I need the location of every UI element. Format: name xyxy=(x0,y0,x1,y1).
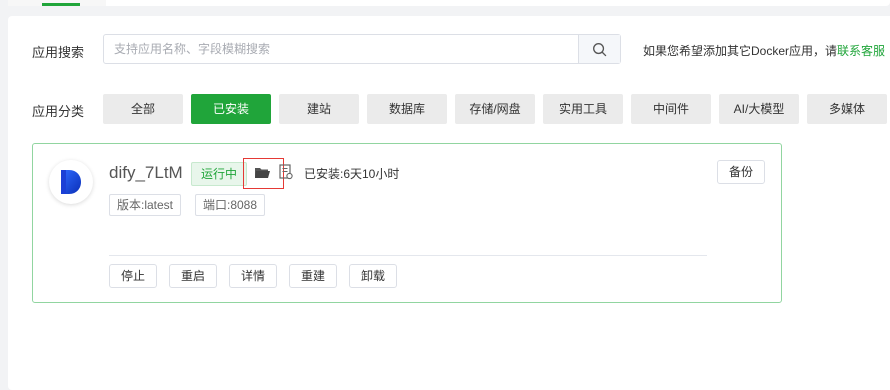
category-website[interactable]: 建站 xyxy=(279,94,359,124)
category-database[interactable]: 数据库 xyxy=(367,94,447,124)
search-button[interactable] xyxy=(578,35,620,63)
category-installed[interactable]: 已安装 xyxy=(191,94,271,124)
installed-duration: 已安装:6天10小时 xyxy=(304,167,400,181)
log-button[interactable] xyxy=(279,164,293,183)
uninstall-button[interactable]: 卸载 xyxy=(349,264,398,288)
search-label: 应用搜索 xyxy=(32,45,85,60)
highlight-box xyxy=(243,158,284,189)
contact-hint: 如果您希望添加其它Docker应用，请联系客服 xyxy=(643,42,885,59)
restart-button[interactable]: 重启 xyxy=(169,264,218,288)
app-logo xyxy=(49,160,93,204)
dify-logo xyxy=(61,170,81,194)
top-tab-bar xyxy=(8,0,890,6)
port-tag: 端口:8088 xyxy=(195,194,266,216)
category-storage[interactable]: 存储/网盘 xyxy=(455,94,535,124)
active-tab-indicator xyxy=(42,3,80,6)
category-label: 应用分类 xyxy=(32,104,85,119)
backup-button[interactable]: 备份 xyxy=(717,160,765,184)
category-tools[interactable]: 实用工具 xyxy=(543,94,623,124)
contact-support-link[interactable]: 联系客服 xyxy=(837,44,885,58)
app-store-panel: 应用搜索 如果您希望添加其它Docker应用，请联系客服 应用分类 全部 已安装… xyxy=(8,16,890,390)
version-tag: 版本:latest xyxy=(109,194,182,216)
log-file-icon xyxy=(279,164,293,180)
app-card: dify_7LtM 运行中 已安装:6天10小时 版本:latest 端口:80… xyxy=(32,143,782,303)
card-divider xyxy=(109,255,707,256)
search-box xyxy=(103,34,621,64)
rebuild-button[interactable]: 重建 xyxy=(289,264,338,288)
category-ai[interactable]: AI/大模型 xyxy=(719,94,799,124)
details-button[interactable]: 详情 xyxy=(229,264,278,288)
status-badge: 运行中 xyxy=(191,162,248,186)
category-middleware[interactable]: 中间件 xyxy=(631,94,711,124)
search-input[interactable] xyxy=(104,35,580,63)
category-all[interactable]: 全部 xyxy=(103,94,183,124)
contact-hint-text: 如果您希望添加其它Docker应用，请 xyxy=(643,44,838,58)
app-name: dify_7LtM xyxy=(109,163,183,182)
category-media[interactable]: 多媒体 xyxy=(807,94,887,124)
search-icon xyxy=(593,42,607,56)
stop-button[interactable]: 停止 xyxy=(109,264,158,288)
